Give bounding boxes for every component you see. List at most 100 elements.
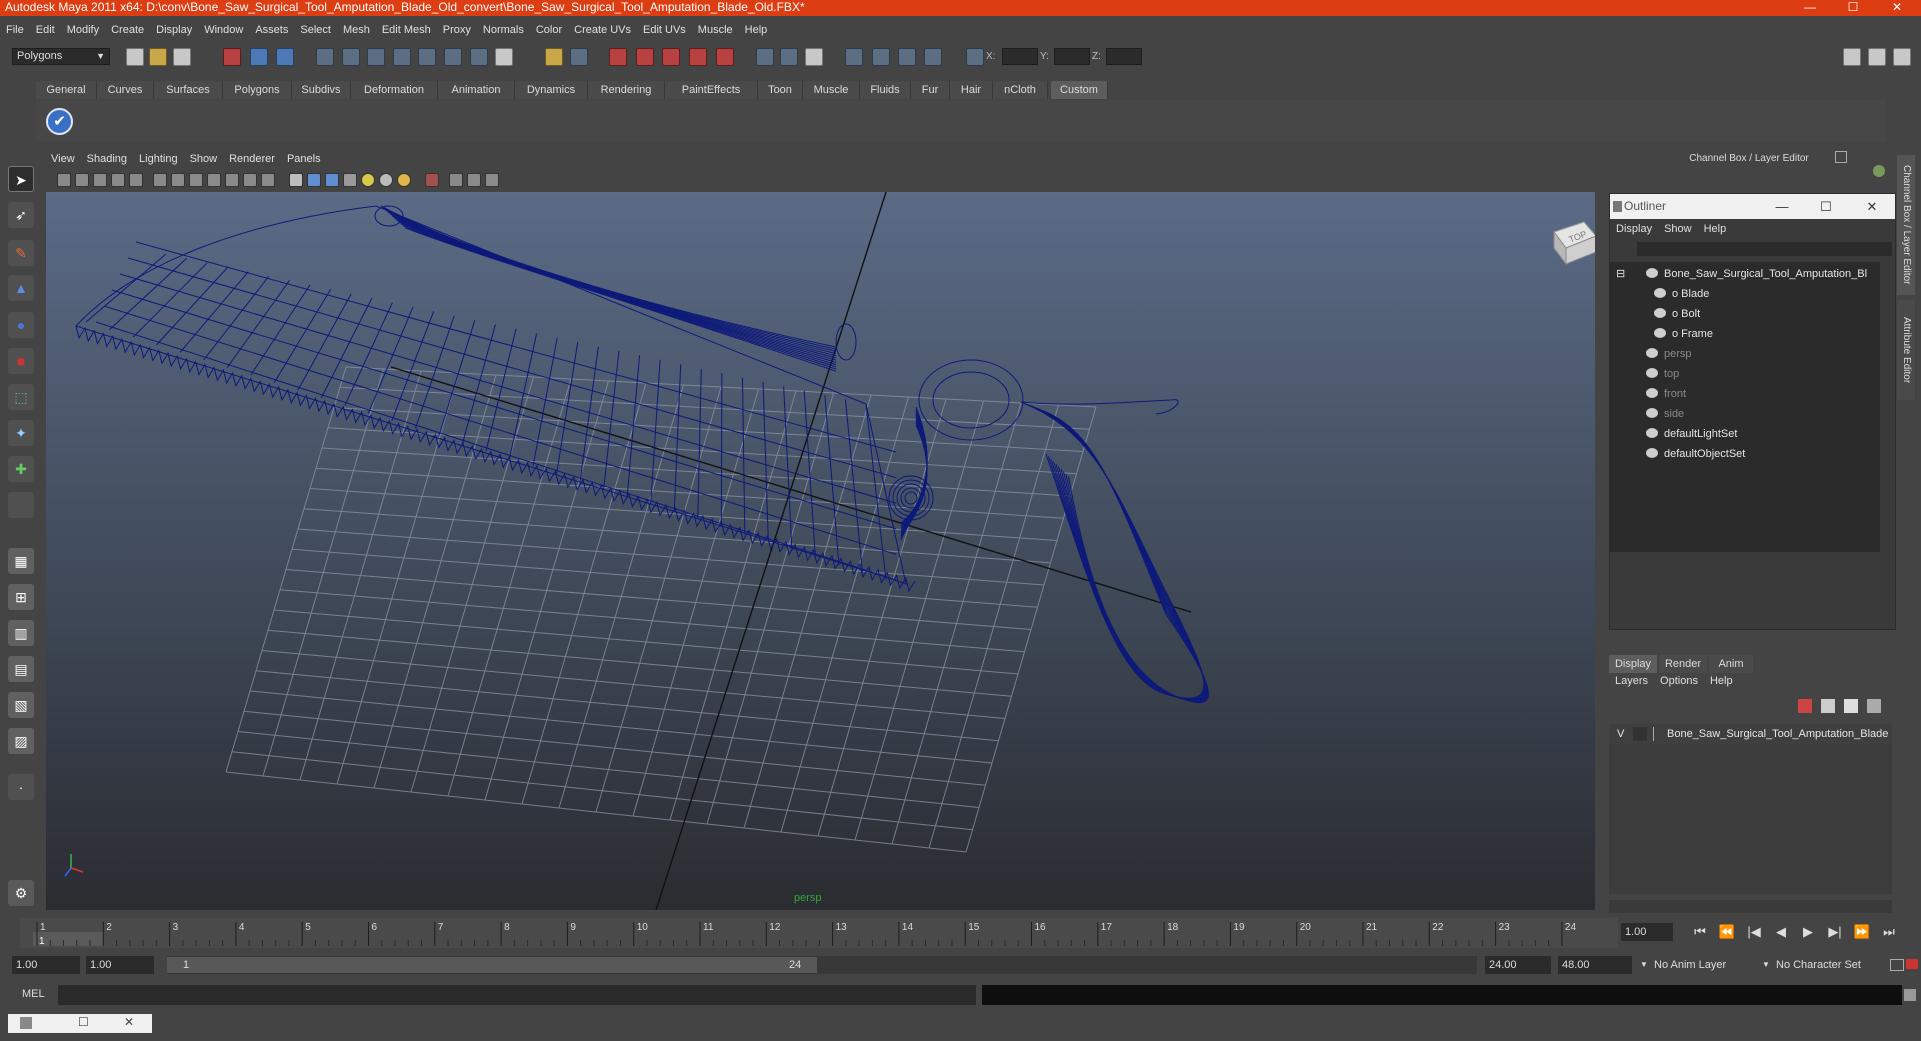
safe-action-icon[interactable]	[243, 173, 257, 187]
shelf-tab-fur[interactable]: Fur	[911, 81, 950, 99]
outliner-maximize-button[interactable]: ☐	[1806, 194, 1846, 219]
film-gate-icon[interactable]	[171, 173, 185, 187]
go-to-start-button[interactable]: ⏮	[1690, 922, 1710, 942]
shadows-icon[interactable]	[397, 173, 411, 187]
channel-tool-icon[interactable]	[1873, 165, 1885, 177]
paint-select-icon[interactable]: ✎	[8, 240, 34, 266]
shelf-tab-toon[interactable]: Toon	[758, 81, 803, 99]
universal-manip-icon[interactable]: ⬚	[8, 384, 34, 410]
maximize-button[interactable]: ☐	[1830, 0, 1876, 16]
close-icon[interactable]: ✕	[124, 1015, 134, 1029]
lock-icon[interactable]	[545, 48, 563, 66]
menu-mesh[interactable]: Mesh	[337, 22, 376, 39]
viewport-menu-renderer[interactable]: Renderer	[223, 151, 281, 168]
shelf-tab-surfaces[interactable]: Surfaces	[154, 81, 223, 99]
viewport-persp[interactable]: persp TOP	[46, 192, 1595, 910]
select-component-icon[interactable]	[276, 48, 294, 66]
2d-pan-icon[interactable]	[129, 173, 143, 187]
menu-window[interactable]: Window	[198, 22, 249, 39]
help-icon[interactable]	[495, 48, 513, 66]
menu-muscle[interactable]: Muscle	[692, 22, 739, 39]
step-forward-frame-button[interactable]: ▶|	[1825, 922, 1845, 942]
range-handle[interactable]: 1 24	[167, 957, 817, 973]
render-view-icon[interactable]	[716, 48, 734, 66]
new-scene-icon[interactable]	[126, 48, 144, 66]
layer-tab-display[interactable]: Display	[1609, 655, 1657, 673]
layer-menu-help[interactable]: Help	[1704, 673, 1739, 690]
range-track[interactable]: 1 24	[167, 956, 1477, 974]
smooth-shade-icon[interactable]	[307, 173, 321, 187]
layer-row[interactable]: V Bone_Saw_Surgical_Tool_Amputation_Blad…	[1609, 724, 1892, 744]
preferences-icon[interactable]	[1906, 959, 1918, 969]
tool-settings-icon[interactable]	[872, 48, 890, 66]
all-lights-icon[interactable]	[379, 173, 393, 187]
channel-box-side-tab[interactable]: Channel Box / Layer Editor	[1897, 155, 1915, 295]
outliner-menu-display[interactable]: Display	[1610, 221, 1658, 238]
render-icon[interactable]	[609, 48, 627, 66]
menu-help[interactable]: Help	[739, 22, 774, 39]
shelf-tab-painteffects[interactable]: PaintEffects	[665, 81, 758, 99]
menu-edit-uvs[interactable]: Edit UVs	[637, 22, 692, 39]
outliner-item[interactable]: persp	[1646, 346, 1692, 362]
play-forward-button[interactable]: ▶	[1798, 922, 1818, 942]
four-pane-icon[interactable]: ⊞	[8, 584, 34, 610]
hypershade-icon[interactable]	[689, 48, 707, 66]
save-scene-icon[interactable]	[173, 48, 191, 66]
menu-edit[interactable]: Edit	[30, 22, 61, 39]
wire-on-shaded-icon[interactable]	[325, 173, 339, 187]
outliner-item[interactable]: o Frame	[1654, 326, 1713, 342]
safe-title-icon[interactable]	[261, 173, 275, 187]
graph-layout-icon[interactable]: ▨	[8, 728, 34, 754]
rotate-tool-icon[interactable]: ●	[8, 312, 34, 338]
viewport-menu-view[interactable]: View	[45, 151, 81, 168]
outliner-item[interactable]: o Bolt	[1654, 306, 1700, 322]
input-line-icon[interactable]	[756, 48, 774, 66]
step-back-key-button[interactable]: ⏪	[1717, 922, 1737, 942]
last-tool-icon[interactable]	[8, 492, 34, 518]
single-pane-icon[interactable]: ▦	[8, 548, 34, 574]
more-icon[interactable]: ·	[8, 774, 34, 800]
layer-menu-options[interactable]: Options	[1654, 673, 1704, 690]
make-live-icon[interactable]	[418, 48, 436, 66]
menu-create[interactable]: Create	[105, 22, 150, 39]
outliner-item[interactable]: Bone_Saw_Surgical_Tool_Amputation_Bl	[1646, 266, 1867, 282]
outliner-menu-show[interactable]: Show	[1658, 221, 1698, 238]
persp-graph-icon[interactable]: ▤	[8, 656, 34, 682]
outliner-horizontal-scrollbar[interactable]	[1610, 558, 1880, 572]
hypershade-layout-icon[interactable]: ▧	[8, 692, 34, 718]
time-slider[interactable]: 1 2 3 4 5 6 7 8 9 10 11 12 13 14 15 16 17 18 19 20 21 22 23 24 1	[20, 918, 1618, 948]
move-tool-icon[interactable]: ▲	[8, 275, 34, 301]
outliner-close-button[interactable]: ✕	[1852, 194, 1892, 219]
attribute-editor-side-tab[interactable]: Attribute Editor	[1897, 300, 1915, 400]
select-object-icon[interactable]	[250, 48, 268, 66]
play-backward-button[interactable]: ◀	[1771, 922, 1791, 942]
layer-template-toggle[interactable]	[1633, 727, 1647, 741]
script-editor-button-icon[interactable]	[1904, 989, 1916, 1001]
menu-modify[interactable]: Modify	[61, 22, 105, 39]
field-chart-icon[interactable]	[225, 173, 239, 187]
shelf-tab-animation[interactable]: Animation	[438, 81, 515, 99]
layer-tab-render[interactable]: Render	[1659, 655, 1707, 673]
layer-horizontal-scrollbar[interactable]	[1609, 900, 1892, 913]
lasso-tool-icon[interactable]: ➶	[8, 202, 34, 228]
float-icon[interactable]	[1835, 151, 1847, 163]
anim-end-field[interactable]: 48.00	[1558, 956, 1632, 974]
collapse-icon[interactable]: ⊟	[1616, 266, 1625, 282]
x-field[interactable]	[1002, 48, 1038, 65]
numeric-input-icon[interactable]	[780, 48, 798, 66]
shelf-tab-curves[interactable]: Curves	[97, 81, 154, 99]
hud-icon[interactable]	[485, 173, 499, 187]
restore-icon[interactable]	[20, 1017, 32, 1029]
show-hide-icon[interactable]	[805, 48, 823, 66]
input-output-icon[interactable]	[570, 48, 588, 66]
soft-mod-icon[interactable]: ✦	[8, 420, 34, 446]
command-input[interactable]	[58, 985, 976, 1005]
anim-layer-dropdown[interactable]: ▼ No Anim Layer	[1640, 956, 1758, 974]
layer-visibility-toggle[interactable]: V	[1617, 724, 1624, 744]
viewport-menu-panels[interactable]: Panels	[281, 151, 327, 168]
channel-box-icon[interactable]	[898, 48, 916, 66]
viewport-menu-shading[interactable]: Shading	[81, 151, 133, 168]
layer-add-icon[interactable]	[1867, 699, 1881, 713]
layer-tab-anim[interactable]: Anim	[1709, 655, 1753, 673]
relative-transform-icon[interactable]	[966, 48, 984, 66]
